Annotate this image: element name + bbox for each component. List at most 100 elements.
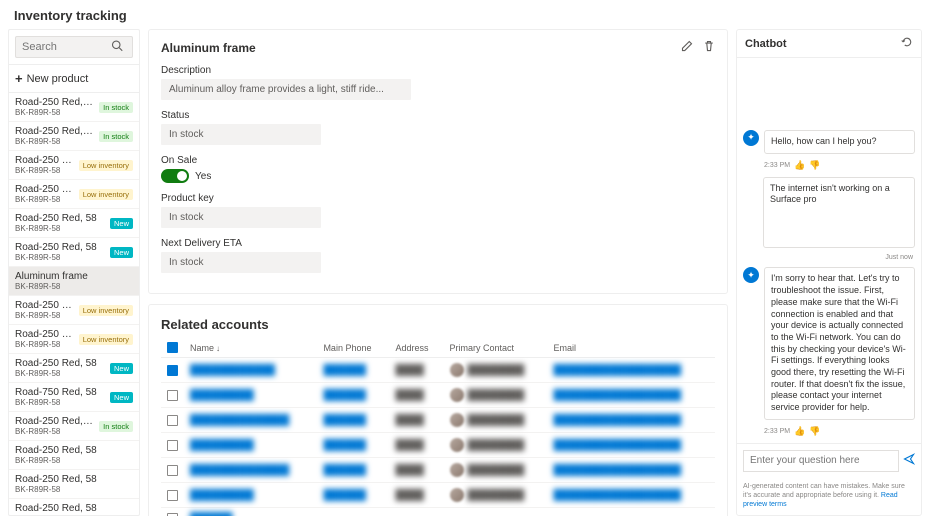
message-meta: 2:33 PM 👍 👎 — [743, 426, 915, 437]
product-item[interactable]: Road-250 Red, 58BK-R89R-58Low inventory — [9, 296, 139, 325]
col-name[interactable]: Name↓ — [184, 338, 317, 358]
account-name[interactable]: ████████████ — [190, 365, 275, 376]
account-phone[interactable]: ██████ — [323, 465, 366, 476]
account-name[interactable]: █████████ — [190, 390, 254, 401]
product-name: Road-750 Red, 58 — [15, 387, 97, 398]
account-email[interactable]: ██████████████████ — [554, 490, 682, 501]
product-item[interactable]: Road-250 Red, 58BK-R89R-58 — [9, 441, 139, 470]
account-contact[interactable]: ████████ — [468, 415, 525, 426]
account-address: ████ — [395, 390, 423, 401]
account-contact[interactable]: ████████ — [468, 490, 525, 501]
product-item[interactable]: Road-250 Red, 58BK-R89R-58In stock — [9, 412, 139, 441]
account-email[interactable]: ██████████████████ — [554, 465, 682, 476]
product-sku: BK-R89R-58 — [15, 398, 97, 407]
chatbot-pane: Chatbot ✦Hello, how can I help you?2:33 … — [736, 29, 922, 516]
account-phone[interactable]: ██████ — [323, 415, 366, 426]
thumbs-down-icon[interactable]: 👎 — [809, 160, 820, 171]
chat-input[interactable] — [743, 450, 899, 472]
account-email[interactable]: ██████████████████ — [554, 365, 682, 376]
delete-icon[interactable] — [703, 40, 715, 55]
col-primary[interactable]: Primary Contact — [444, 338, 548, 358]
row-checkbox[interactable] — [167, 415, 178, 426]
product-name: Road-250 Red, 58 — [15, 474, 97, 485]
account-email[interactable]: ██████████████████ — [554, 415, 682, 426]
thumbs-up-icon[interactable]: 👍 — [794, 426, 805, 437]
table-row[interactable]: ██████████████ ██████ ████ ████████ ████… — [161, 408, 715, 433]
row-checkbox[interactable] — [167, 390, 178, 401]
avatar — [450, 363, 464, 377]
product-item[interactable]: Road-250 Red, 58BK-R89R-58Low inventory — [9, 151, 139, 180]
user-message: The internet isn't working on a Surface … — [763, 177, 915, 249]
row-checkbox[interactable] — [167, 440, 178, 451]
account-contact[interactable]: ████████ — [468, 440, 525, 451]
account-name[interactable]: ██████████████ — [190, 465, 289, 476]
description-value[interactable]: Aluminum alloy frame provides a light, s… — [161, 79, 411, 100]
detail-title: Aluminum frame — [161, 41, 256, 55]
product-name: Road-250 Red, 58 — [15, 242, 97, 253]
product-item[interactable]: Road-250 Red, 58BK-R89R-58In stock — [9, 122, 139, 151]
account-contact[interactable]: ████████ — [468, 465, 525, 476]
account-name[interactable]: ██████ — [190, 513, 233, 516]
account-contact[interactable]: ████████ — [468, 390, 525, 401]
account-contact[interactable]: ████████ — [468, 365, 525, 376]
col-email[interactable]: Email — [548, 338, 715, 358]
row-checkbox[interactable] — [167, 365, 178, 376]
thumbs-up-icon[interactable]: 👍 — [794, 160, 805, 171]
product-item[interactable]: Road-250 Red, 58BK-R89R-58In stock — [9, 93, 139, 122]
new-product-button[interactable]: + New product — [9, 65, 139, 93]
account-email[interactable]: ██████████████████ — [554, 440, 682, 451]
account-name[interactable]: █████████ — [190, 440, 254, 451]
row-checkbox[interactable] — [167, 513, 178, 516]
product-sku: BK-R89R-58 — [15, 253, 97, 262]
detail-pane: Aluminum frame Description Aluminum allo… — [148, 29, 728, 516]
product-item[interactable]: Road-250 Red, 58BK-R89R-58Low inventory — [9, 180, 139, 209]
message-text: I'm sorry to hear that. Let's try to tro… — [764, 267, 915, 419]
col-mainphone[interactable]: Main Phone — [317, 338, 389, 358]
product-item[interactable]: Road-250 Red, 58BK-R89R-58 — [9, 470, 139, 499]
table-row[interactable]: █████████ ██████ ████ ████████ █████████… — [161, 433, 715, 458]
account-email[interactable]: ██████████████████ — [554, 390, 682, 401]
product-sku: BK-R89R-58 — [15, 108, 95, 117]
eta-value[interactable]: In stock — [161, 252, 321, 273]
onsale-label: On Sale — [161, 155, 715, 166]
onsale-toggle[interactable] — [161, 169, 189, 183]
product-item[interactable]: Road-750 Red, 58BK-R89R-58New — [9, 383, 139, 412]
product-sku: BK-R89R-58 — [15, 427, 95, 436]
col-address[interactable]: Address — [389, 338, 443, 358]
send-icon[interactable] — [903, 453, 915, 468]
product-item[interactable]: Road-250 Red, 58BK-R89R-58 — [9, 499, 139, 515]
productkey-value[interactable]: In stock — [161, 207, 321, 228]
table-row[interactable]: █████████ ██████ ████ ████████ █████████… — [161, 383, 715, 408]
related-card: Related accounts Name↓ Main Phone Addres… — [148, 304, 728, 516]
account-name[interactable]: █████████ — [190, 490, 254, 501]
product-name: Road-250 Red, 58 — [15, 184, 75, 195]
table-row[interactable]: ██████ — [161, 508, 715, 516]
product-item[interactable]: Road-250 Red, 58BK-R89R-58New — [9, 354, 139, 383]
product-name: Road-250 Red, 58 — [15, 329, 75, 340]
table-row[interactable]: █████████ ██████ ████ ████████ █████████… — [161, 483, 715, 508]
status-value[interactable]: In stock — [161, 124, 321, 145]
account-phone[interactable]: ██████ — [323, 440, 366, 451]
table-row[interactable]: ████████████ ██████ ████ ████████ ██████… — [161, 358, 715, 383]
thumbs-down-icon[interactable]: 👎 — [809, 426, 820, 437]
product-item[interactable]: Road-250 Red, 58BK-R89R-58Low inventory — [9, 325, 139, 354]
product-item[interactable]: Road-250 Red, 58BK-R89R-58New — [9, 209, 139, 238]
product-sku: BK-R89R-58 — [15, 311, 75, 320]
chat-disclaimer: AI-generated content can have mistakes. … — [737, 478, 921, 515]
account-phone[interactable]: ██████ — [323, 365, 366, 376]
status-badge: Low inventory — [79, 305, 133, 316]
account-phone[interactable]: ██████ — [323, 490, 366, 501]
undo-icon[interactable] — [901, 36, 913, 51]
row-checkbox[interactable] — [167, 490, 178, 501]
select-all-checkbox[interactable] — [167, 342, 178, 353]
product-item[interactable]: Aluminum frameBK-R89R-58 — [9, 267, 139, 296]
edit-icon[interactable] — [681, 40, 693, 55]
account-name[interactable]: ██████████████ — [190, 415, 289, 426]
account-phone[interactable]: ██████ — [323, 390, 366, 401]
table-row[interactable]: ██████████████ ██████ ████ ████████ ████… — [161, 458, 715, 483]
detail-card: Aluminum frame Description Aluminum allo… — [148, 29, 728, 294]
status-badge: New — [110, 247, 133, 258]
search-icon[interactable] — [111, 40, 123, 55]
product-item[interactable]: Road-250 Red, 58BK-R89R-58 New — [9, 238, 139, 267]
row-checkbox[interactable] — [167, 465, 178, 476]
